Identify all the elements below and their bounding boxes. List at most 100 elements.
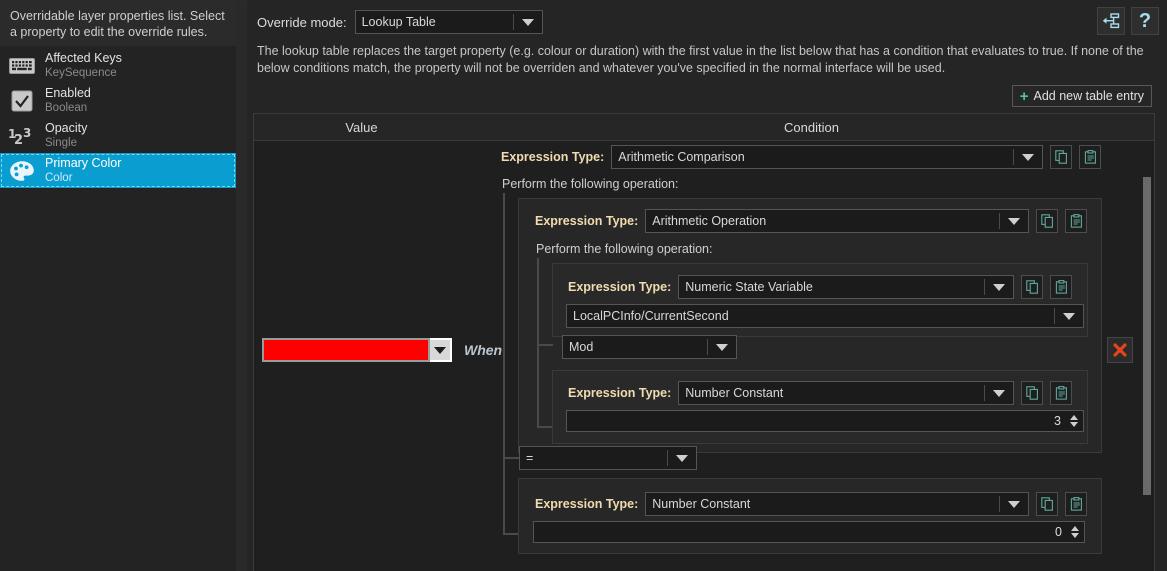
sidebar-item-type: Single [45,136,77,149]
copy-button-level1[interactable] [1050,145,1072,169]
lookup-table: Value Condition When Expression Type: Ar… [253,113,1155,571]
copy-icon [1040,214,1053,228]
primary-color-swatch[interactable] [262,338,430,362]
help-button[interactable]: ? [1131,7,1159,35]
expression-type-value: Arithmetic Comparison [618,150,745,164]
properties-sidebar: Overridable layer properties list. Selec… [0,0,236,571]
expression-row-level1-right: Expression Type: Number Constant [535,492,1087,516]
paste-icon [1055,280,1067,294]
chevron-down-icon [1000,217,1028,225]
override-mode-row: Override mode: Lookup Table [247,0,1167,34]
column-header-condition: Condition [784,119,839,135]
number-constant-value: 3 [1054,414,1061,428]
sidebar-item-type: Color [45,171,73,184]
color-picker[interactable] [262,338,452,362]
vertical-scrollbar[interactable] [1140,141,1154,571]
arithmetic-operator-value: Mod [569,340,594,354]
tree-rail-level1-b [503,457,505,535]
override-editor-window: Overridable layer properties list. Selec… [0,0,1167,571]
sidebar-item-type: Boolean [45,101,88,114]
expression-type-select-level3b[interactable]: Number Constant [678,381,1014,405]
expression-row-level1: Expression Type: Arithmetic Comparison [501,145,1101,169]
number-constant-input-level1-right[interactable]: 0 [533,521,1085,543]
keyboard-icon [8,53,36,79]
comparison-operator-select[interactable]: = [519,446,697,470]
expression-type-select-level1-right[interactable]: Number Constant [645,492,1029,516]
copy-icon [1025,280,1038,294]
arithmetic-operator-select[interactable]: Mod [562,335,737,359]
copy-button-level3b[interactable] [1021,381,1043,405]
when-label: When [464,342,503,358]
expression-row-level3b: Expression Type: Number Constant [568,381,1072,405]
override-mode-select[interactable]: Lookup Table [354,10,543,34]
tree-rail-level1 [503,193,505,457]
panel-toolbar: ? [1097,7,1159,35]
add-new-table-entry-button[interactable]: + Add new table entry [1011,85,1152,107]
paste-button-level1-right[interactable] [1065,492,1087,516]
add-new-table-entry-label: Add new table entry [1033,89,1145,103]
expression-type-select-level3a[interactable]: Numeric State Variable [678,275,1014,299]
expression-type-select-level1[interactable]: Arithmetic Comparison [611,145,1043,169]
tree-rail-level2-b [537,344,539,428]
expression-type-value: Arithmetic Operation [652,214,767,228]
paste-button-level3b[interactable] [1050,381,1072,405]
palette-icon [8,158,36,184]
help-question-icon: ? [1138,10,1152,32]
sidebar-item-affected-keys[interactable]: Affected Keys KeySequence [0,48,236,83]
copy-button-level3a[interactable] [1021,275,1043,299]
scrollbar-thumb[interactable] [1143,177,1151,495]
chevron-down-icon [1055,312,1083,320]
expression-type-label: Expression Type: [535,497,639,511]
expression-row-level3a: Expression Type: Numeric State Variable [568,275,1072,299]
sidebar-item-enabled[interactable]: Enabled Boolean [0,83,236,118]
expression-type-value: Number Constant [652,497,751,511]
copy-button-level2[interactable] [1036,209,1058,233]
sidebar-item-name: Primary Color [45,156,122,171]
tree-branch-level2-op [537,344,553,346]
paste-icon [1084,150,1096,164]
paste-icon [1070,497,1082,511]
override-panel: Override mode: Lookup Table ? The lookup… [247,0,1167,571]
number-constant-value: 0 [1055,525,1062,539]
sidebar-item-type: KeySequence [45,66,117,79]
sidebar-item-text: Enabled Boolean [45,86,91,114]
paste-button-level3a[interactable] [1050,275,1072,299]
paste-icon [1070,214,1082,228]
collapse-panel-icon [1102,13,1120,29]
state-variable-select[interactable]: LocalPCInfo/CurrentSecond [566,304,1084,328]
override-mode-label: Override mode: [257,14,347,30]
chevron-down-icon [1000,500,1028,508]
copy-icon [1025,386,1038,400]
sidebar-item-opacity[interactable]: 1 2 3 Opacity Single [0,118,236,153]
number-spinner[interactable] [1067,415,1083,427]
sidebar-item-text: Opacity Single [45,122,87,149]
collapse-panel-button[interactable] [1097,7,1125,35]
numbers-icon: 1 2 3 [8,123,36,149]
perform-label-level1: Perform the following operation: [502,177,679,191]
sidebar-item-text: Primary Color Color [45,156,122,184]
copy-button-level1-right[interactable] [1036,492,1058,516]
chevron-down-icon [708,343,736,351]
panel-splitter[interactable] [236,0,247,571]
paste-button-level1[interactable] [1079,145,1101,169]
expression-type-select-level2[interactable]: Arithmetic Operation [645,209,1029,233]
perform-label-level2: Perform the following operation: [536,242,713,256]
delete-entry-button[interactable] [1107,337,1133,363]
expression-type-label: Expression Type: [501,150,605,164]
sidebar-item-name: Enabled [45,86,91,101]
number-constant-input-level3b[interactable]: 3 [566,410,1084,432]
number-spinner[interactable] [1068,526,1084,538]
color-dropdown-button[interactable] [430,338,452,362]
tree-branch-level1-op [503,457,519,459]
comparison-operator-value: = [526,451,534,465]
chevron-down-icon [434,346,446,354]
sidebar-item-primary-color[interactable]: Primary Color Color [0,153,236,188]
paste-icon [1055,386,1067,400]
checkbox-icon [8,88,36,114]
tree-rail-level2 [537,258,539,346]
sidebar-item-name: Affected Keys [45,51,122,66]
paste-button-level2[interactable] [1065,209,1087,233]
value-cell: When [262,338,502,362]
copy-icon [1040,497,1053,511]
chevron-down-icon [514,18,542,26]
